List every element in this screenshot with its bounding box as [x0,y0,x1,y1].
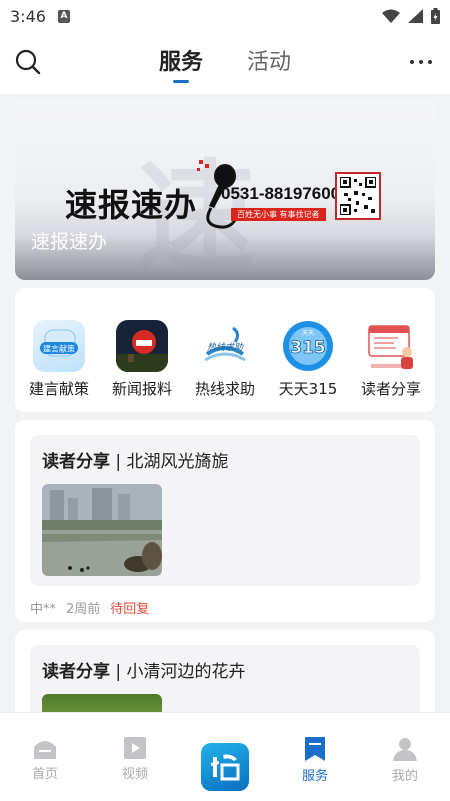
post-status-badge: 待回复 [110,602,150,617]
hotline-icon: 热线求助 [199,320,251,372]
service-bookmark-icon [305,737,325,761]
tab-activity-label: 活动 [247,50,292,75]
active-tab-indicator [172,80,189,83]
service-315-label: 天天315 [278,380,338,398]
post-title: 读者分享 | 北湖风光旖旎 [42,447,408,472]
bottom-tab-bar: 首页 视频 服务 我的 [0,712,450,801]
tabbar-item-service[interactable]: 服务 [270,713,360,801]
sim-icon: A [57,9,70,23]
post-tag: 读者分享 [42,662,110,682]
consumer-315-icon: 315 天天 [282,320,334,372]
post-photo[interactable] [42,484,162,576]
service-reader-share[interactable]: 读者分享 [353,320,429,412]
status-icons [382,8,440,24]
post-title-separator: | [110,662,127,682]
service-suggestion-label: 建言献策 [28,380,89,398]
service-315[interactable]: 315 天天 天天315 [270,320,346,412]
post-meta: 中** 2周前 待回复 [30,598,420,617]
reader-share-icon [365,320,417,372]
post-title-separator: | [110,452,127,472]
more-menu-icon[interactable] [410,60,432,64]
tabbar-profile-label: 我的 [391,769,418,784]
post-card[interactable]: 读者分享 | 小清河边的花卉 [15,630,435,712]
post-title: 读者分享 | 小清河边的花卉 [42,657,408,682]
status-time: 3:46 [10,6,46,26]
tabbar-service-label: 服务 [301,769,328,784]
banner-slogan: 百姓无小事 有事找记者 [231,208,326,221]
service-suggestion[interactable]: 建言献策 建言献策 [21,320,97,412]
tabbar-item-video[interactable]: 视频 [90,713,180,801]
service-news-tip[interactable]: 新闻报料 [104,320,180,412]
tab-service-label: 服务 [158,50,203,75]
status-bar: 3:46 A [0,0,450,32]
banner-speed-report[interactable]: 速 速报速办 0531-88197600 百姓无小事 有事找记者 速报速办 [15,100,435,280]
service-news-tip-label: 新闻报料 [111,380,172,398]
banner-caption: 速报速办 [31,231,108,253]
video-icon [124,737,146,759]
tab-activity[interactable]: 活动 [247,44,291,82]
service-grid: 建言献策 建言献策 新闻报料 热线求助 热线求助 315 天天 天天315 读者… [15,288,435,412]
banner-big-title: 速报速办 [65,186,198,224]
svg-text:315: 315 [290,338,326,358]
tabbar-home-label: 首页 [31,767,58,782]
service-hotline[interactable]: 热线求助 热线求助 [187,320,263,412]
post-tag: 读者分享 [42,452,110,472]
home-icon [34,741,56,759]
profile-icon [393,738,417,761]
post-title-text: 北湖风光旖旎 [126,452,229,472]
battery-icon [431,8,440,24]
post-card[interactable]: 读者分享 | 北湖风光旖旎 中** 2周前 待回复 [15,420,435,622]
post-card-body: 读者分享 | 小清河边的花卉 [30,645,420,712]
tab-service[interactable]: 服务 [158,44,203,83]
signal-icon [408,9,423,23]
suggestion-icon: 建言献策 [33,320,85,372]
svg-text:天天: 天天 [302,330,314,337]
wifi-icon [382,9,400,23]
qr-code-icon [335,172,381,220]
post-photo[interactable] [42,694,162,712]
service-reader-share-label: 读者分享 [360,380,421,398]
svg-text:热线求助: 热线求助 [207,342,244,353]
post-card-body: 读者分享 | 北湖风光旖旎 [30,435,420,586]
post-title-text: 小清河边的花卉 [126,662,246,682]
svg-text:建言献策: 建言献策 [43,344,75,354]
banner-phone: 0531-88197600 [221,184,341,203]
post-author: 中** [30,602,57,617]
top-header: 服务 活动 [0,32,450,94]
tabbar-item-home[interactable]: 首页 [0,713,90,801]
news-tip-icon [116,320,168,372]
top-tabs: 服务 活动 [0,44,450,83]
tabbar-item-app-logo[interactable] [180,713,270,801]
post-time: 2周前 [66,602,101,617]
tabbar-video-label: 视频 [121,767,148,782]
main-content[interactable]: 速 速报速办 0531-88197600 百姓无小事 有事找记者 速报速办 建言… [0,94,450,712]
service-hotline-label: 热线求助 [194,380,255,398]
app-logo [201,743,249,791]
tabbar-item-profile[interactable]: 我的 [360,713,450,801]
